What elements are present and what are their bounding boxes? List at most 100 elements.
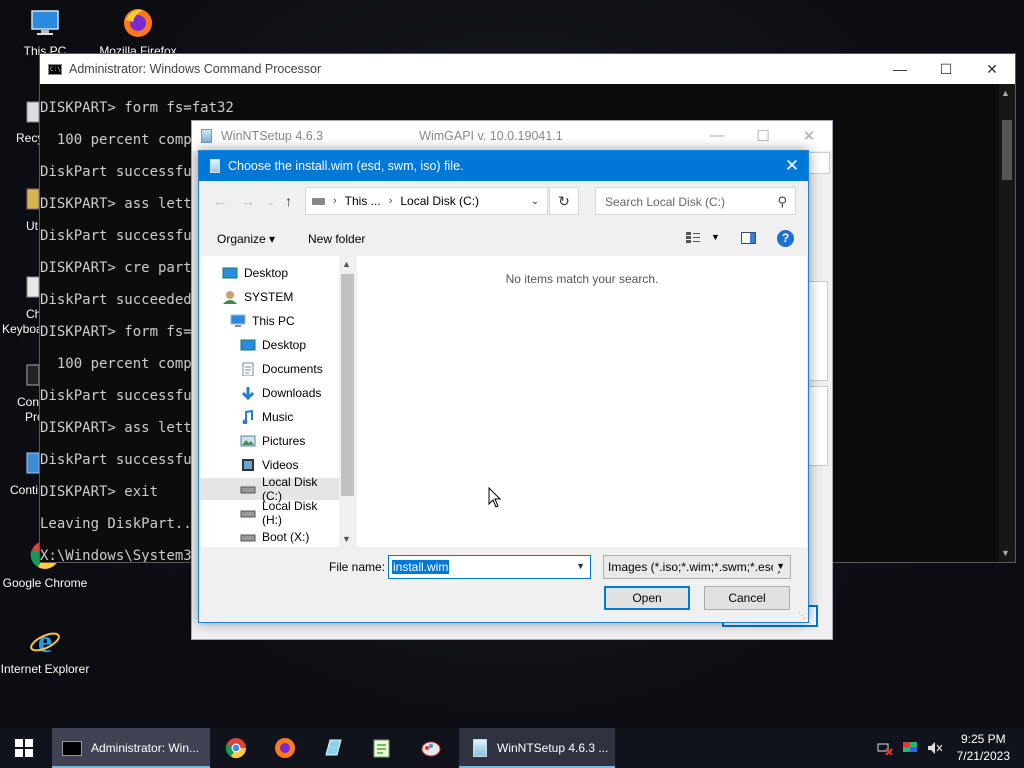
refresh-button[interactable]: ↻ (549, 187, 579, 215)
chevron-down-icon[interactable]: ▼ (711, 232, 720, 242)
nav-item[interactable]: Local Disk (C:) (200, 475, 339, 503)
scroll-thumb[interactable] (341, 274, 354, 496)
desktop-partial-label: Con (17, 395, 40, 409)
cmd-output-line: Leaving DiskPart... (40, 516, 201, 532)
file-type-select[interactable]: Images (*.iso;*.wim;*.swm;*.esd) ▼ (603, 555, 791, 579)
nav-item[interactable]: SYSTEM (200, 286, 339, 308)
nav-item[interactable]: Pictures (200, 430, 339, 452)
winntsetup-icon (473, 739, 487, 757)
browse-button-edge[interactable] (808, 152, 830, 174)
panel-edge (808, 281, 828, 381)
back-arrow-icon[interactable]: ← (213, 193, 227, 209)
nav-item[interactable]: Boot (X:) (200, 526, 339, 547)
drive-icon (240, 510, 256, 518)
file-name-input[interactable]: install.wim ▼ (388, 555, 591, 579)
view-options-icon[interactable] (686, 231, 700, 245)
dialog-close-button[interactable]: ✕ (776, 156, 808, 176)
breadcrumb-this-pc[interactable]: This ... (345, 194, 381, 208)
nav-item-label: Videos (262, 458, 299, 472)
cmd-output-line: DiskPart successful (40, 228, 201, 244)
cancel-button[interactable]: Cancel (704, 586, 790, 610)
recent-locations-icon[interactable]: ⌄ (267, 197, 275, 208)
taskbar-item-label: WinNTSetup 4.6.3 ... (497, 741, 609, 755)
nav-item[interactable]: Videos (200, 454, 339, 476)
navigation-pane[interactable]: Desktop SYSTEM This PC Desktop Documents Down… (200, 256, 356, 547)
minimize-button[interactable]: — (694, 127, 740, 145)
maximize-button[interactable]: ☐ (923, 54, 969, 84)
desktop-icon-this-pc[interactable]: This PC (0, 6, 93, 58)
cmd-output-line: 100 percent compl (40, 132, 201, 148)
scroll-down-arrow[interactable]: ▼ (342, 534, 351, 544)
search-input[interactable]: Search Local Disk (C:) ⚲ (595, 187, 796, 215)
app-icon[interactable] (322, 737, 344, 759)
desktop-icon-firefox[interactable]: Mozilla Firefox (90, 6, 186, 58)
taskbar: Administrator: Win... WinNTSetup 4.6.3 .… (0, 728, 1024, 768)
forward-arrow-icon[interactable]: → (241, 193, 255, 209)
taskbar-item-cmd[interactable]: Administrator: Win... (52, 728, 210, 768)
display-icon[interactable] (902, 741, 918, 755)
notepad-icon[interactable] (371, 737, 393, 759)
breadcrumb-local-disk[interactable]: Local Disk (C:) (400, 194, 479, 208)
maximize-button[interactable]: ☐ (740, 127, 786, 145)
cmd-output-line: DiskPart successful (40, 388, 201, 404)
cmd-icon (62, 740, 82, 756)
open-button[interactable]: Open (604, 586, 690, 610)
firefox-icon[interactable] (274, 737, 296, 759)
network-disconnected-icon[interactable] (877, 741, 893, 755)
help-icon[interactable]: ? (777, 230, 794, 247)
nav-item-label: Music (262, 410, 294, 424)
paint-icon[interactable] (420, 737, 442, 759)
nav-item[interactable]: This PC (200, 310, 339, 332)
monitor-icon (31, 10, 59, 35)
nav-item[interactable]: Desktop (200, 262, 339, 284)
nav-item[interactable]: Desktop (200, 334, 339, 356)
up-arrow-icon[interactable]: ↑ (285, 193, 292, 209)
documents-icon (242, 362, 254, 376)
chrome-icon[interactable] (225, 737, 247, 759)
close-button[interactable]: ✕ (786, 127, 832, 145)
scroll-down-arrow[interactable]: ▼ (1001, 548, 1010, 558)
scroll-up-arrow[interactable]: ▲ (1001, 88, 1010, 98)
mouse-cursor-icon (488, 487, 502, 508)
navigation-pane-scrollbar[interactable]: ▲ ▼ (339, 256, 356, 547)
start-button[interactable] (0, 728, 48, 768)
nav-item[interactable]: Music (200, 406, 339, 428)
cmd-output-line: DISKPART> cre part (40, 260, 192, 276)
chevron-down-icon[interactable]: ▼ (576, 561, 585, 571)
file-list[interactable]: No items match your search. (357, 256, 807, 547)
clock[interactable]: 9:25 PM 7/21/2023 (957, 731, 1010, 765)
desktop-icon (222, 267, 238, 279)
winntsetup-title-bar[interactable]: WinNTSetup 4.6.3 WimGAPI v. 10.0.19041.1… (192, 121, 832, 151)
nav-item[interactable]: Local Disk (H:) (200, 499, 339, 527)
file-open-dialog[interactable]: Choose the install.wim (esd, swm, iso) f… (198, 150, 809, 623)
cmd-icon (48, 63, 62, 75)
scroll-thumb[interactable] (1002, 120, 1012, 180)
nav-item-label: Boot (X:) (262, 530, 310, 544)
cmd-title-bar[interactable]: Administrator: Windows Command Processor… (40, 54, 1015, 84)
cmd-scrollbar[interactable]: ▲ ▼ (999, 84, 1015, 562)
nav-item[interactable]: Downloads (200, 382, 339, 404)
dialog-title-bar[interactable]: Choose the install.wim (esd, swm, iso) f… (199, 151, 808, 181)
nav-item-label: Documents (262, 362, 323, 376)
taskbar-item-winntsetup[interactable]: WinNTSetup 4.6.3 ... (459, 728, 615, 768)
breadcrumb-separator-icon[interactable]: › (333, 195, 337, 207)
preview-pane-icon[interactable] (741, 232, 756, 244)
resize-grip-icon[interactable]: ⋱ (798, 611, 806, 620)
search-placeholder: Search Local Disk (C:) (605, 195, 726, 209)
drive-icon (240, 534, 256, 542)
volume-muted-icon[interactable] (927, 741, 943, 755)
minimize-button[interactable]: — (877, 54, 923, 84)
downloads-icon (241, 387, 255, 400)
desktop-icon-ie[interactable]: e Internet Explorer (0, 624, 93, 676)
breadcrumb-separator-icon[interactable]: › (389, 195, 393, 207)
close-button[interactable]: ✕ (969, 54, 1015, 84)
chevron-down-icon[interactable]: ⌄ (523, 196, 547, 207)
winntsetup-icon (210, 159, 220, 173)
organize-button[interactable]: Organize ▾ (217, 232, 275, 246)
empty-message: No items match your search. (505, 272, 659, 286)
navigation-bar: ← → ⌄ ↑ › This ... › Local Disk (C:) ⌄ ↻… (199, 187, 808, 217)
nav-item[interactable]: Documents (200, 358, 339, 380)
new-folder-button[interactable]: New folder (308, 232, 365, 246)
address-bar[interactable]: › This ... › Local Disk (C:) ⌄ (305, 187, 548, 215)
scroll-up-arrow[interactable]: ▲ (342, 259, 351, 269)
